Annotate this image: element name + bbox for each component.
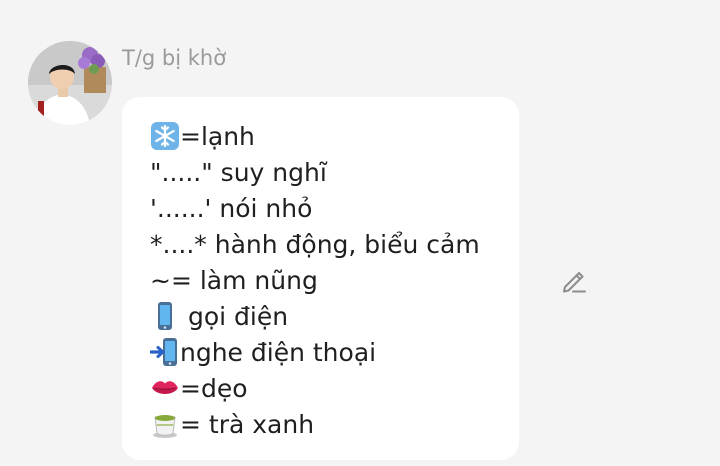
legend-text: ~= làm nũng (150, 266, 318, 295)
legend-text: nghe điện thoại (180, 338, 376, 367)
legend-line-answer: nghe điện thoại (150, 335, 376, 371)
legend-text: = trà xanh (180, 410, 314, 439)
mobile-phone-icon (150, 301, 180, 331)
teacup-icon (150, 409, 180, 439)
legend-line-whisper: '......' nói nhỏ (150, 191, 312, 227)
legend-text: gọi điện (180, 302, 288, 331)
legend-line-clingy: ~= làm nũng (150, 263, 318, 299)
author-name[interactable]: T/g bị khờ (122, 46, 226, 70)
legend-line-thinking: "....." suy nghĩ (150, 155, 327, 191)
legend-line-flirty: =dẹo (150, 371, 248, 407)
legend-text: '......' nói nhỏ (150, 194, 312, 223)
legend-line-cold: =lạnh (150, 119, 255, 155)
edit-button[interactable] (559, 265, 589, 295)
legend-line-call: gọi điện (150, 299, 288, 335)
pencil-icon (559, 280, 589, 299)
legend-text: =lạnh (180, 122, 255, 151)
legend-text: =dẹo (180, 374, 248, 403)
phone-arrow-icon (150, 337, 180, 367)
legend-text: "....." suy nghĩ (150, 158, 327, 187)
legend-text: *....* hành động, biểu cảm (150, 230, 480, 259)
avatar[interactable] (28, 41, 112, 125)
legend-line-action: *....* hành động, biểu cảm (150, 227, 480, 263)
kiss-mark-icon (150, 373, 180, 403)
legend-line-tea: = trà xanh (150, 407, 314, 443)
message-bubble: =lạnh "....." suy nghĩ '......' nói nhỏ … (122, 97, 519, 460)
snowflake-icon (150, 121, 180, 151)
